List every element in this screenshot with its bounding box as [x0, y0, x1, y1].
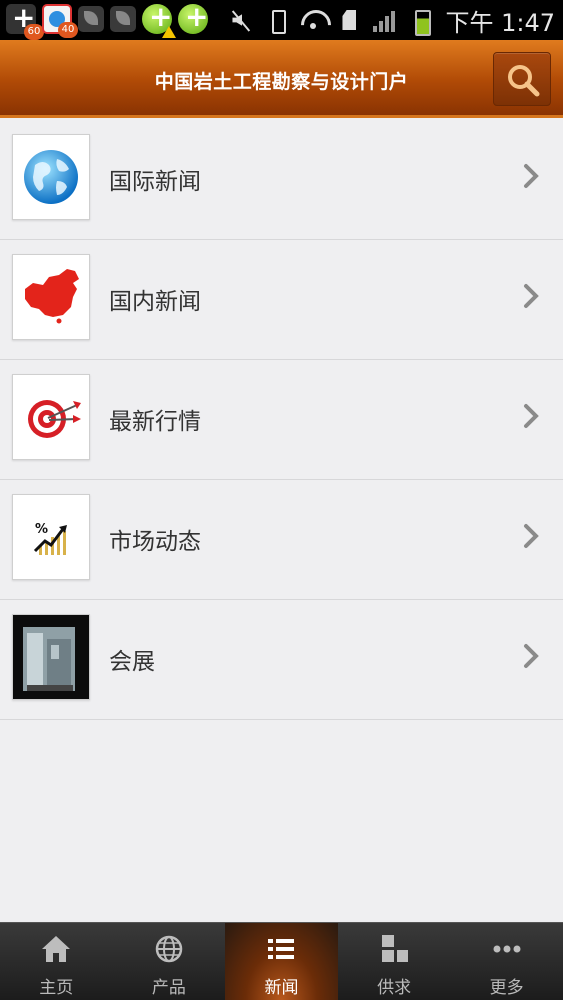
tab-label: 更多 — [489, 978, 524, 998]
list-item-thumbnail — [12, 134, 90, 220]
leaf-icon — [110, 6, 136, 32]
wifi-icon — [301, 8, 325, 32]
blocks-icon — [382, 935, 409, 962]
bottom-tab-bar: 主页 产品 新闻 供求 更多 — [0, 922, 563, 1000]
list-item-label: 市场动态 — [109, 529, 201, 555]
list-item-international-news[interactable]: 国际新闻 — [0, 120, 563, 240]
list-item-thumbnail: % — [12, 494, 90, 580]
search-button[interactable] — [493, 52, 551, 106]
page-title: 中国岩土工程勘察与设计门户 — [154, 71, 409, 93]
app-header: 中国岩土工程勘察与设计门户 — [0, 40, 563, 118]
list-item-thumbnail — [12, 614, 90, 700]
tab-label: 供求 — [377, 978, 412, 998]
list-item-thumbnail — [12, 254, 90, 340]
chevron-right-icon — [524, 164, 539, 188]
chevron-right-icon — [524, 284, 539, 308]
list-item-thumbnail — [12, 374, 90, 460]
tab-label: 产品 — [151, 978, 186, 998]
list-item-latest-market[interactable]: 最新行情 — [0, 360, 563, 480]
battery-icon — [409, 8, 433, 36]
security-app-icon — [178, 0, 208, 34]
target-icon — [28, 400, 81, 438]
notification-badge: 60 — [24, 24, 44, 40]
chevron-right-icon — [524, 644, 539, 668]
chevron-right-icon — [524, 404, 539, 428]
tab-products[interactable]: 产品 — [113, 923, 226, 1000]
tab-label: 主页 — [39, 978, 74, 998]
trend-chart-icon: % — [33, 522, 67, 555]
list-item-market-trends[interactable]: % 市场动态 — [0, 480, 563, 600]
exhibition-photo — [13, 615, 89, 699]
list-icon — [268, 939, 295, 959]
leaf-icon — [78, 6, 104, 32]
list-item-domestic-news[interactable]: 国内新闻 — [0, 240, 563, 360]
globe-icon — [155, 935, 183, 963]
globe-icon — [24, 150, 78, 204]
notification-badge: 40 — [58, 22, 78, 38]
tab-home[interactable]: 主页 — [0, 923, 113, 1000]
list-item-label: 国际新闻 — [109, 169, 201, 195]
tab-supply-demand[interactable]: 供求 — [338, 923, 451, 1000]
list-item-exhibitions[interactable]: 会展 — [0, 600, 563, 720]
tab-news[interactable]: 新闻 — [225, 923, 338, 1000]
tab-more[interactable]: 更多 — [450, 923, 563, 1000]
list-item-label: 最新行情 — [109, 409, 201, 435]
mute-icon — [229, 8, 253, 32]
search-icon — [508, 65, 540, 97]
signal-icon — [373, 8, 397, 32]
list-item-label: 国内新闻 — [109, 289, 201, 315]
app-store-icon: 40 — [42, 4, 78, 38]
list-item-label: 会展 — [109, 649, 155, 675]
chevron-right-icon — [524, 524, 539, 548]
sd-card-icon — [337, 8, 361, 32]
add-notification-icon: 60 — [6, 1, 44, 40]
vibrate-icon — [265, 8, 289, 34]
warning-icon — [162, 26, 176, 38]
status-time: 下午 1:47 — [445, 8, 555, 37]
news-category-list: 国际新闻 国内新闻 最新行情 % 市场动态 会展 — [0, 120, 563, 720]
security-app-warning-icon — [142, 0, 176, 38]
tab-label: 新闻 — [264, 978, 299, 998]
home-icon — [42, 936, 71, 962]
more-icon — [493, 945, 521, 953]
svg-text:%: % — [35, 522, 48, 537]
status-bar: 60 40 下午 1:47 — [0, 0, 563, 40]
china-map-icon — [25, 269, 79, 324]
notification-icons: 60 40 — [6, 0, 208, 40]
